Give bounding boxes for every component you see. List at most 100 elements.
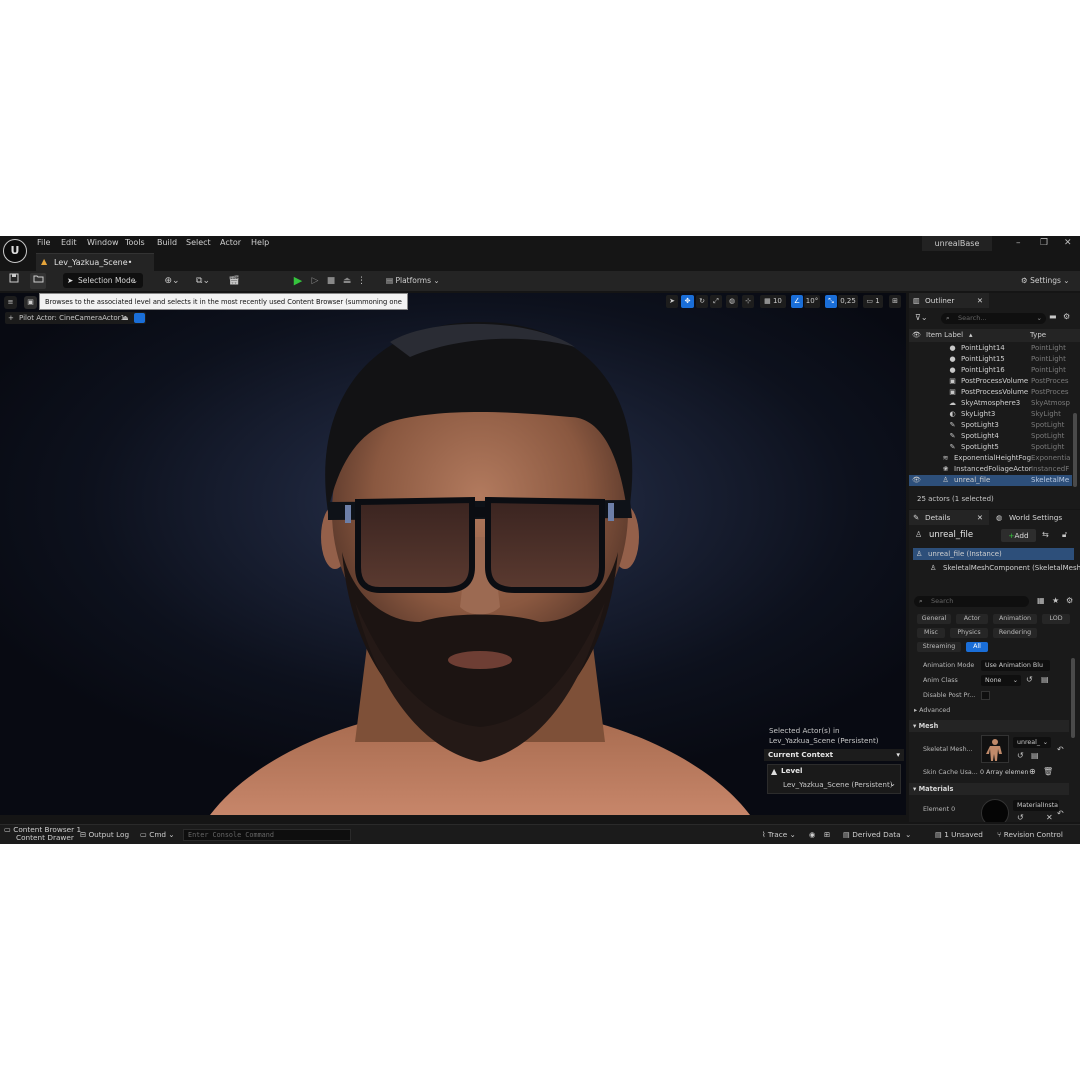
add-folder-icon[interactable]: ▬: [1049, 312, 1057, 321]
add-element-icon[interactable]: ⊕: [1029, 767, 1036, 776]
cmd-dropdown[interactable]: ▭ Cmd ⌄: [140, 829, 175, 841]
material-select[interactable]: MaterialInsta: [1013, 800, 1059, 811]
outliner-row-selected[interactable]: 👁︎ ♙ unreal_file SkeletalMe: [909, 475, 1072, 486]
rotation-snap-value[interactable]: 10°: [804, 295, 820, 308]
menu-file[interactable]: File: [37, 238, 50, 247]
viewport-menu-icon[interactable]: ≡: [4, 296, 17, 309]
save-icon[interactable]: [7, 273, 21, 289]
unreal-logo-icon[interactable]: U: [3, 239, 27, 263]
browse-asset-icon[interactable]: ↺: [1017, 813, 1024, 822]
outliner-row[interactable]: ≋ ExponentialHeightFog Exponential: [909, 453, 1072, 464]
disable-post-checkbox[interactable]: [981, 691, 990, 700]
unsaved-button[interactable]: ▤ 1 Unsaved: [935, 829, 983, 841]
browse-asset-icon[interactable]: ↺: [1017, 751, 1024, 760]
visibility-eye-icon[interactable]: 👁︎: [912, 475, 921, 486]
type-column[interactable]: Type: [1030, 329, 1046, 342]
current-context-header[interactable]: Current Context ▾: [764, 749, 904, 761]
close-tab-icon[interactable]: ✕: [977, 510, 983, 525]
settings-gear-icon[interactable]: ⚙: [1066, 596, 1073, 605]
stop-icon[interactable]: ■: [325, 273, 337, 289]
select-tool-icon[interactable]: ➤: [666, 295, 678, 308]
mesh-section-header[interactable]: ▾ Mesh: [909, 720, 1069, 732]
browse-asset-icon[interactable]: ↺: [1026, 675, 1033, 684]
step-icon[interactable]: ▷: [309, 273, 321, 289]
filter-actor[interactable]: Actor: [956, 614, 988, 624]
filter-lod[interactable]: LOD: [1042, 614, 1070, 624]
trace-dropdown[interactable]: ⌇ Trace ⌄: [762, 829, 796, 841]
level-context-box[interactable]: ▲ Level Lev_Yazkua_Scene (Persistent) ⌄: [767, 764, 901, 794]
outliner-row[interactable]: ◐ SkyLight3 SkyLight: [909, 409, 1072, 420]
outliner-row[interactable]: ● PointLight15 PointLight: [909, 354, 1072, 365]
settings-gear-icon[interactable]: ⚙: [1063, 312, 1070, 321]
filter-all[interactable]: All: [966, 642, 988, 652]
rotation-snap-icon[interactable]: ∠: [791, 295, 803, 308]
menu-tools[interactable]: Tools: [125, 238, 145, 247]
content-drawer-button[interactable]: ▭ Content Browser 1 Content Drawer: [4, 826, 81, 842]
outliner-tab[interactable]: ▥ Outliner ✕: [909, 293, 989, 308]
star-icon[interactable]: ★: [1052, 596, 1059, 605]
play-icon[interactable]: ▶: [290, 273, 306, 289]
maximize-button[interactable]: ❐: [1040, 238, 1048, 248]
materials-section-header[interactable]: ▾ Materials: [909, 783, 1069, 795]
anim-mode-select[interactable]: Use Animation Blu: [981, 660, 1050, 671]
filter-streaming[interactable]: Streaming: [917, 642, 961, 652]
menu-select[interactable]: Select: [186, 238, 211, 247]
capture-icon[interactable]: ⊞: [824, 829, 830, 841]
filter-animation[interactable]: Animation: [993, 614, 1037, 624]
menu-window[interactable]: Window: [87, 238, 119, 247]
scale-tool-icon[interactable]: ⤢: [710, 295, 722, 308]
filter-physics[interactable]: Physics: [950, 628, 988, 638]
record-icon[interactable]: ◉: [809, 829, 815, 841]
menu-build[interactable]: Build: [157, 238, 177, 247]
close-tab-icon[interactable]: ✕: [977, 293, 983, 308]
add-actor-icon[interactable]: ⊕⌄: [161, 273, 183, 289]
more-options-icon[interactable]: ⋮: [357, 273, 366, 289]
browse-level-icon[interactable]: ▣: [24, 296, 37, 309]
outliner-row[interactable]: ● PointLight16 PointLight: [909, 365, 1072, 376]
use-selected-icon[interactable]: ▤: [1031, 751, 1039, 760]
scale-snap-icon[interactable]: ⤡: [825, 295, 837, 308]
outliner-row[interactable]: ▣ PostProcessVolume PostProces: [909, 387, 1072, 398]
outliner-row[interactable]: ✎ SpotLight3 SpotLight: [909, 420, 1072, 431]
world-space-icon[interactable]: ◍: [726, 295, 738, 308]
menu-edit[interactable]: Edit: [61, 238, 77, 247]
blueprint-icon[interactable]: ⧉⌄: [192, 273, 214, 289]
material-thumbnail[interactable]: [981, 799, 1009, 822]
outliner-row[interactable]: ❀ InstancedFoliageActor InstancedF: [909, 464, 1072, 475]
translate-tool-icon[interactable]: ✥: [681, 295, 694, 308]
component-row-skeletal-mesh[interactable]: ♙ SkeletalMeshComponent (SkeletalMesh: [913, 562, 1080, 574]
platforms-dropdown[interactable]: ▤ Platforms ⌄: [386, 273, 440, 289]
close-button[interactable]: ✕: [1064, 238, 1072, 248]
menu-actor[interactable]: Actor: [220, 238, 241, 247]
details-search-input[interactable]: ⌕ Search: [914, 596, 1029, 607]
menu-help[interactable]: Help: [251, 238, 269, 247]
blueprint-convert-icon[interactable]: ⇆: [1042, 530, 1049, 539]
filter-misc[interactable]: Misc: [917, 628, 945, 638]
details-tab[interactable]: ✎ Details ✕: [909, 510, 989, 525]
console-input[interactable]: Enter Console Command: [183, 829, 351, 841]
item-label-column[interactable]: Item Label: [926, 329, 963, 342]
outliner-scrollbar[interactable]: [1073, 413, 1077, 487]
level-tab[interactable]: ▲ Lev_Yazkua_Scene•: [36, 253, 154, 271]
selection-mode-dropdown[interactable]: ➤ Selection Mode ⌄: [63, 273, 143, 288]
filter-general[interactable]: General: [917, 614, 951, 624]
layout-icon[interactable]: ⊞: [889, 295, 901, 308]
use-selected-icon[interactable]: ▤: [1041, 675, 1049, 684]
browse-content-icon[interactable]: [30, 273, 46, 289]
component-row-instance[interactable]: ♙ unreal_file (Instance): [913, 548, 1074, 560]
scale-snap-value[interactable]: 0,25: [838, 295, 858, 308]
eject-icon[interactable]: ⏏: [341, 273, 353, 289]
table-view-icon[interactable]: ▦: [1037, 596, 1045, 605]
reset-to-default-icon[interactable]: ↶: [1057, 745, 1064, 754]
outliner-row[interactable]: ● PointLight14 PointLight: [909, 343, 1072, 354]
world-settings-tab[interactable]: ◍ World Settings: [993, 510, 1075, 525]
close-icon[interactable]: ✕: [1046, 813, 1053, 822]
derived-data-dropdown[interactable]: ▤ Derived Data ⌄: [843, 829, 911, 841]
skeletal-mesh-select[interactable]: unreal_ ⌄: [1013, 737, 1051, 748]
cinematics-icon[interactable]: 🎬︎: [223, 273, 245, 289]
output-log-button[interactable]: ⊟ Output Log: [80, 829, 129, 841]
outliner-row[interactable]: ✎ SpotLight5 SpotLight: [909, 442, 1072, 453]
anim-class-select[interactable]: None ⌄: [981, 675, 1021, 686]
advanced-expander[interactable]: ▸ Advanced: [914, 707, 950, 714]
add-component-button[interactable]: +Add: [1001, 529, 1036, 542]
